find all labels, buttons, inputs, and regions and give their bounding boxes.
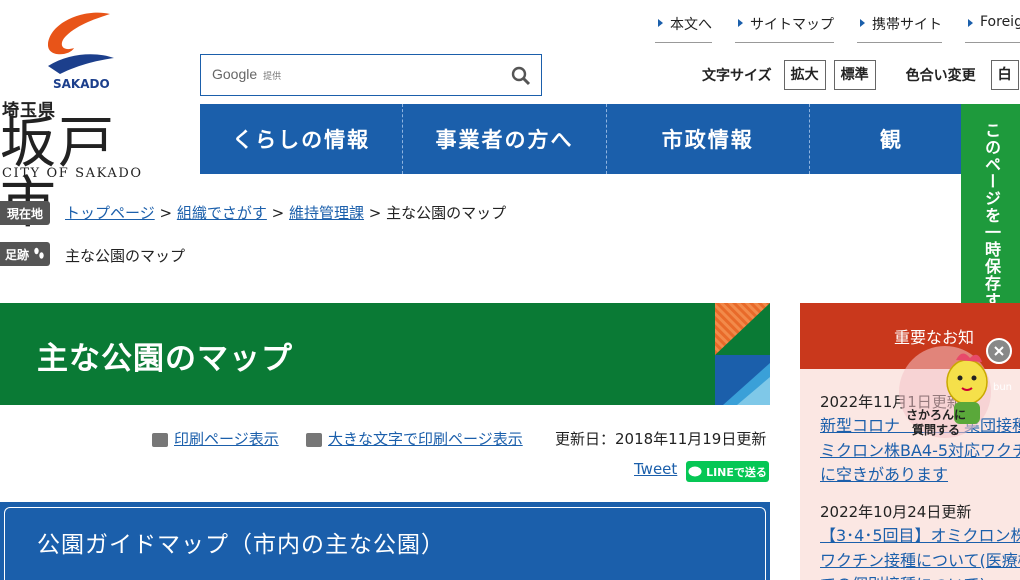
font-standard-button[interactable]: 標準 bbox=[833, 60, 876, 90]
news-title-link[interactable]: 【3･4･5回目】オミクロン株対応ワクチン接種について(医療機関での個別接種につ… bbox=[820, 524, 1020, 580]
breadcrumb: トップページ > 組織でさがす > 維持管理課 > 主な公園のマップ bbox=[65, 202, 506, 223]
print-large-label: 大きな文字で印刷ページ表示 bbox=[328, 430, 523, 448]
chatbot-label-line2: 質問する bbox=[911, 423, 960, 437]
printer-icon bbox=[152, 432, 168, 447]
close-x-icon bbox=[994, 346, 1004, 356]
page-title: 主な公園のマップ bbox=[37, 341, 293, 377]
link-foreign-language[interactable]: Foreig bbox=[965, 14, 1020, 43]
title-decoration bbox=[715, 303, 770, 405]
breadcrumb-sep: > bbox=[368, 204, 382, 222]
logo-mark-text: SAKADO bbox=[53, 77, 110, 91]
city-emblem-icon bbox=[47, 12, 114, 74]
line-share-label: LINEで送る bbox=[706, 465, 767, 479]
footprint-icon bbox=[34, 247, 44, 259]
print-large-link[interactable]: 大きな文字で印刷ページ表示 bbox=[306, 428, 523, 449]
breadcrumb-organization[interactable]: 組織でさがす bbox=[177, 204, 267, 222]
footprint-item[interactable]: 主な公園のマップ bbox=[65, 245, 185, 266]
updated-date: 更新日：2018年11月19日更新 bbox=[555, 430, 767, 448]
chatbot-label: さかろんに 質問する bbox=[896, 408, 976, 438]
breadcrumb-sep: > bbox=[271, 204, 285, 222]
breadcrumb-maintenance-division[interactable]: 維持管理課 bbox=[289, 204, 364, 222]
section-heading: 公園ガイドマップ（市内の主な公園） bbox=[0, 502, 770, 580]
line-icon bbox=[688, 466, 702, 476]
breadcrumb-top[interactable]: トップページ bbox=[65, 204, 155, 222]
section-heading-text: 公園ガイドマップ（市内の主な公園） bbox=[37, 532, 445, 558]
close-icon[interactable] bbox=[986, 338, 1012, 364]
printer-icon bbox=[306, 432, 322, 447]
link-mobile-site[interactable]: 携帯サイト bbox=[857, 14, 942, 43]
breadcrumb-current: 主な公園のマップ bbox=[386, 204, 507, 222]
site-logo[interactable]: SAKADO 埼玉県 坂戸市 CITY OF SAKADO bbox=[0, 8, 170, 234]
city-name-en: CITY OF SAKADO bbox=[2, 166, 143, 181]
print-page-link[interactable]: 印刷ページ表示 bbox=[152, 428, 279, 449]
mascot-badge: bun bbox=[993, 382, 1013, 393]
link-skip-to-content[interactable]: 本文へ bbox=[655, 14, 712, 43]
news-date: 2022年10月24日更新 bbox=[820, 503, 972, 521]
link-sitemap[interactable]: サイトマップ bbox=[735, 14, 834, 43]
nav-city-admin[interactable]: 市政情報 bbox=[607, 104, 810, 174]
font-size-label: 文字サイズ bbox=[702, 68, 772, 84]
breadcrumb-label: 現在地 bbox=[0, 201, 50, 225]
color-white-button[interactable]: 白 bbox=[990, 60, 1019, 90]
color-change-label: 色合い変更 bbox=[905, 68, 976, 84]
footprint-label-text: 足跡 bbox=[4, 247, 29, 262]
breadcrumb-sep: > bbox=[159, 204, 173, 222]
chatbot-widget[interactable]: bun さかろんに 質問する bbox=[890, 338, 1020, 442]
tweet-button[interactable]: Tweet bbox=[634, 460, 677, 478]
search-provider: Google 提供 bbox=[212, 66, 281, 82]
page-title-band: 主な公園のマップ bbox=[0, 303, 770, 405]
font-enlarge-button[interactable]: 拡大 bbox=[783, 60, 826, 90]
nav-business[interactable]: 事業者の方へ bbox=[403, 104, 607, 174]
save-page-tab-label: このページを一時保存する bbox=[982, 122, 1001, 326]
chatbot-label-line1: さかろんに bbox=[905, 408, 966, 422]
site-search[interactable]: Google 提供 bbox=[200, 54, 542, 96]
global-nav: くらしの情報 事業者の方へ 市政情報 観 bbox=[200, 104, 1020, 174]
nav-living-info[interactable]: くらしの情報 bbox=[200, 104, 404, 174]
utility-links: 本文へ サイトマップ 携帯サイト Foreig bbox=[655, 14, 1020, 43]
search-icon[interactable] bbox=[511, 66, 531, 86]
print-page-label: 印刷ページ表示 bbox=[174, 430, 279, 448]
footprint-label: 足跡 bbox=[0, 242, 50, 266]
search-provider-name: Google bbox=[212, 66, 258, 82]
search-provider-suffix: 提供 bbox=[263, 71, 282, 81]
font-size-controls: 文字サイズ 拡大 標準 色合い変更 白 bbox=[702, 60, 1019, 90]
line-share-button[interactable]: LINEで送る bbox=[686, 461, 769, 482]
